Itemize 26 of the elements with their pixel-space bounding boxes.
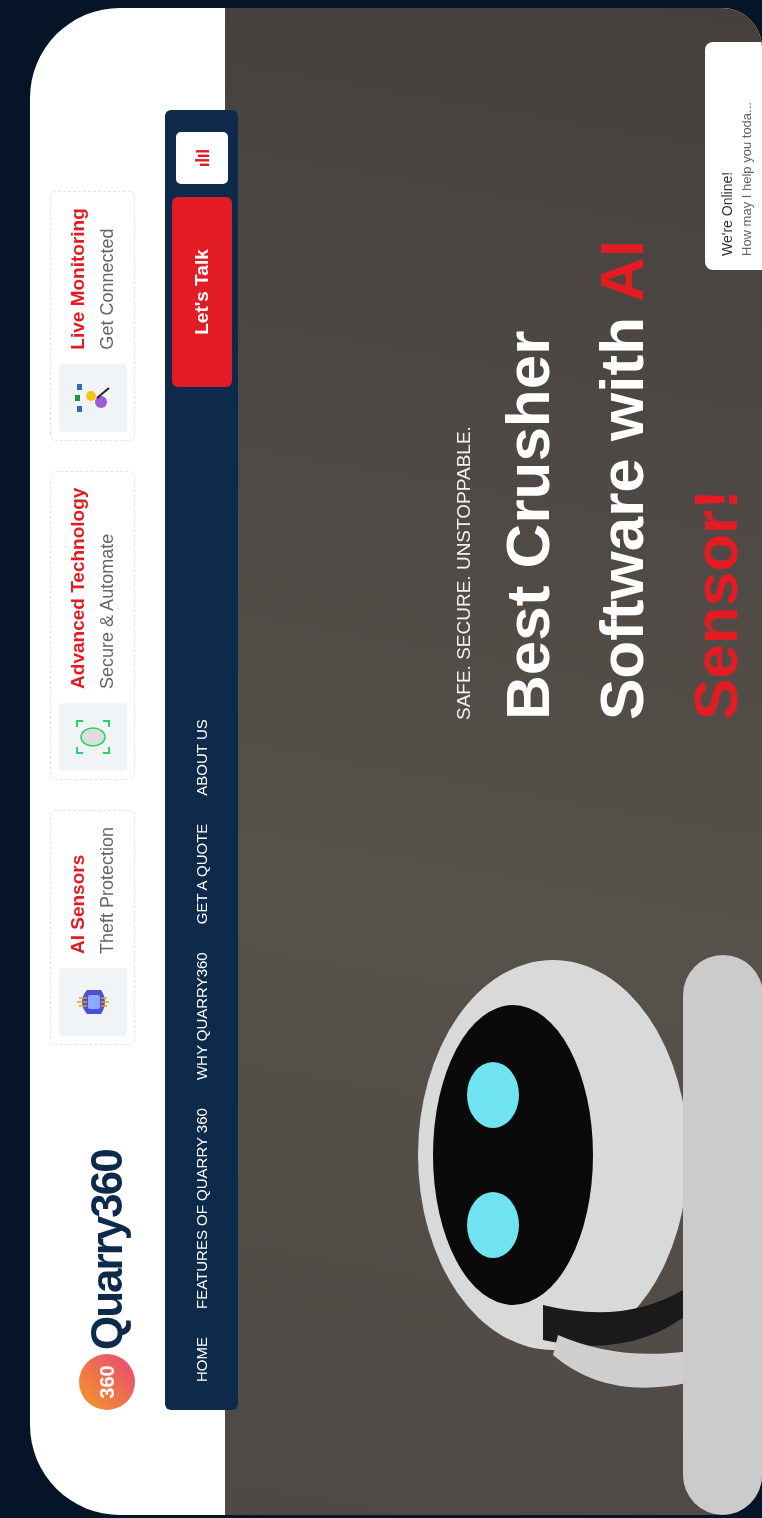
nav-link[interactable]: HOME [193,1337,210,1382]
bar-chart-icon [194,150,209,166]
feature-title: Advanced Technology [67,487,89,689]
feature-subtitle: Get Connected [97,227,118,350]
people-network-icon [58,363,127,432]
headline-line: Best Crusher [492,330,563,720]
ai-chip-icon [58,968,127,1036]
nav-link[interactable]: ABOUT US [193,719,210,796]
logo-badge: 360 [79,1354,135,1410]
feature-title: Live Monitoring [67,208,89,350]
feature-subtitle: Theft Protection [97,826,118,954]
nav-link[interactable]: FEATURES OF QUARRY 360 [193,1108,210,1309]
nav-link[interactable]: WHY QUARRY360 [193,952,210,1081]
chat-title: We're Online! [719,170,735,256]
chat-widget[interactable]: We're Online! How may I help you toda... [705,42,762,270]
logo-wordmark: Quarry360 [82,1150,132,1350]
menu-button[interactable] [175,132,228,184]
nav-link[interactable]: GET A QUOTE [193,823,210,925]
headline-line: Software with AI [586,240,657,720]
feature-subtitle: Secure & Automate [97,532,118,689]
headline-line: Sensor! [680,489,751,720]
feature-title: AI Sensors [67,853,89,954]
hero-tagline: SAFE. SECURE. UNSTOPPABLE. [453,425,475,720]
face-scan-icon [58,702,127,771]
chat-message: How may I help you toda... [739,101,754,256]
lets-talk-button[interactable]: Let's Talk [171,197,232,387]
